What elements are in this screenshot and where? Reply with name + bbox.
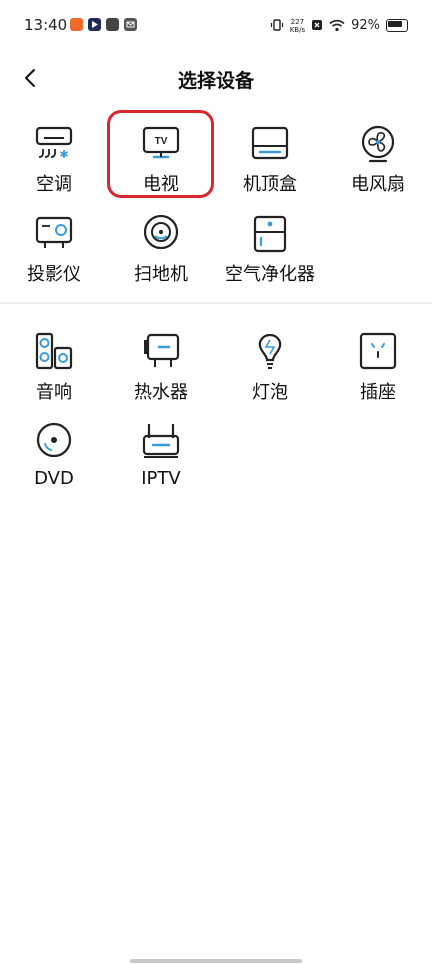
status-time: 13:40 — [24, 16, 68, 34]
device-tile-light-bulb[interactable]: 灯泡 — [220, 332, 320, 420]
no-sim-icon — [312, 20, 323, 30]
air-purifier-icon — [253, 215, 287, 253]
home-indicator[interactable] — [130, 959, 302, 963]
device-label: 空气净化器 — [225, 264, 315, 285]
device-label: 机顶盒 — [243, 174, 297, 195]
device-tile-robot-vacuum[interactable]: 扫地机 — [111, 214, 211, 302]
header: 选择设备 — [0, 56, 432, 100]
selected-highlight — [107, 110, 214, 198]
device-label: 灯泡 — [252, 382, 288, 403]
water-heater-icon — [144, 333, 180, 367]
battery-percent: 92% — [351, 17, 380, 33]
section-divider — [0, 302, 432, 304]
device-tile-set-top-box[interactable]: 机顶盒 — [220, 124, 320, 212]
page-title: 选择设备 — [177, 70, 254, 92]
device-label: 电风扇 — [351, 174, 405, 195]
set-top-box-icon — [251, 126, 289, 160]
status-right-group: 227 KB/s 92% — [270, 15, 408, 35]
device-tile-speaker[interactable]: 音响 — [4, 332, 104, 420]
device-tile-fan[interactable]: 电风扇 — [328, 124, 428, 212]
device-label: 扫地机 — [134, 264, 188, 285]
device-label: 投影仪 — [27, 264, 81, 285]
device-label: 插座 — [360, 382, 396, 403]
socket-icon — [359, 332, 397, 370]
vibrate-icon — [270, 19, 283, 31]
fan-icon — [361, 125, 395, 163]
status-bar: 13:40 227 KB/s 92% — [0, 0, 432, 50]
device-tile-iptv[interactable]: IPTV — [111, 422, 211, 510]
network-speed-unit: KB/s — [289, 26, 306, 34]
air-conditioner-icon — [35, 126, 73, 158]
device-tile-air-conditioner[interactable]: 空调 — [4, 124, 104, 212]
projector-icon — [35, 216, 73, 248]
device-label: 热水器 — [134, 382, 188, 403]
iptv-icon — [142, 424, 180, 458]
device-tile-air-purifier[interactable]: 空气净化器 — [220, 214, 320, 302]
wifi-icon — [329, 19, 345, 31]
dvd-icon — [36, 422, 72, 458]
light-bulb-icon — [258, 333, 282, 369]
device-tile-projector[interactable]: 投影仪 — [4, 214, 104, 302]
device-tile-socket[interactable]: 插座 — [328, 332, 428, 420]
network-speed: 227 KB/s — [290, 18, 305, 34]
notification-play-icon — [88, 18, 101, 31]
notification-link-icon — [106, 18, 119, 31]
speaker-icon — [35, 332, 73, 370]
device-label: IPTV — [141, 468, 181, 489]
device-tile-dvd[interactable]: DVD — [4, 422, 104, 510]
battery-icon — [386, 18, 408, 32]
robot-vacuum-icon — [143, 214, 179, 250]
notification-mail-icon — [124, 18, 137, 31]
notification-app-icon — [70, 18, 83, 31]
network-speed-value: 227 — [290, 18, 305, 26]
device-label: 音响 — [36, 382, 72, 403]
device-label: DVD — [34, 468, 74, 489]
device-label: 空调 — [36, 174, 72, 195]
device-tile-water-heater[interactable]: 热水器 — [111, 332, 211, 420]
